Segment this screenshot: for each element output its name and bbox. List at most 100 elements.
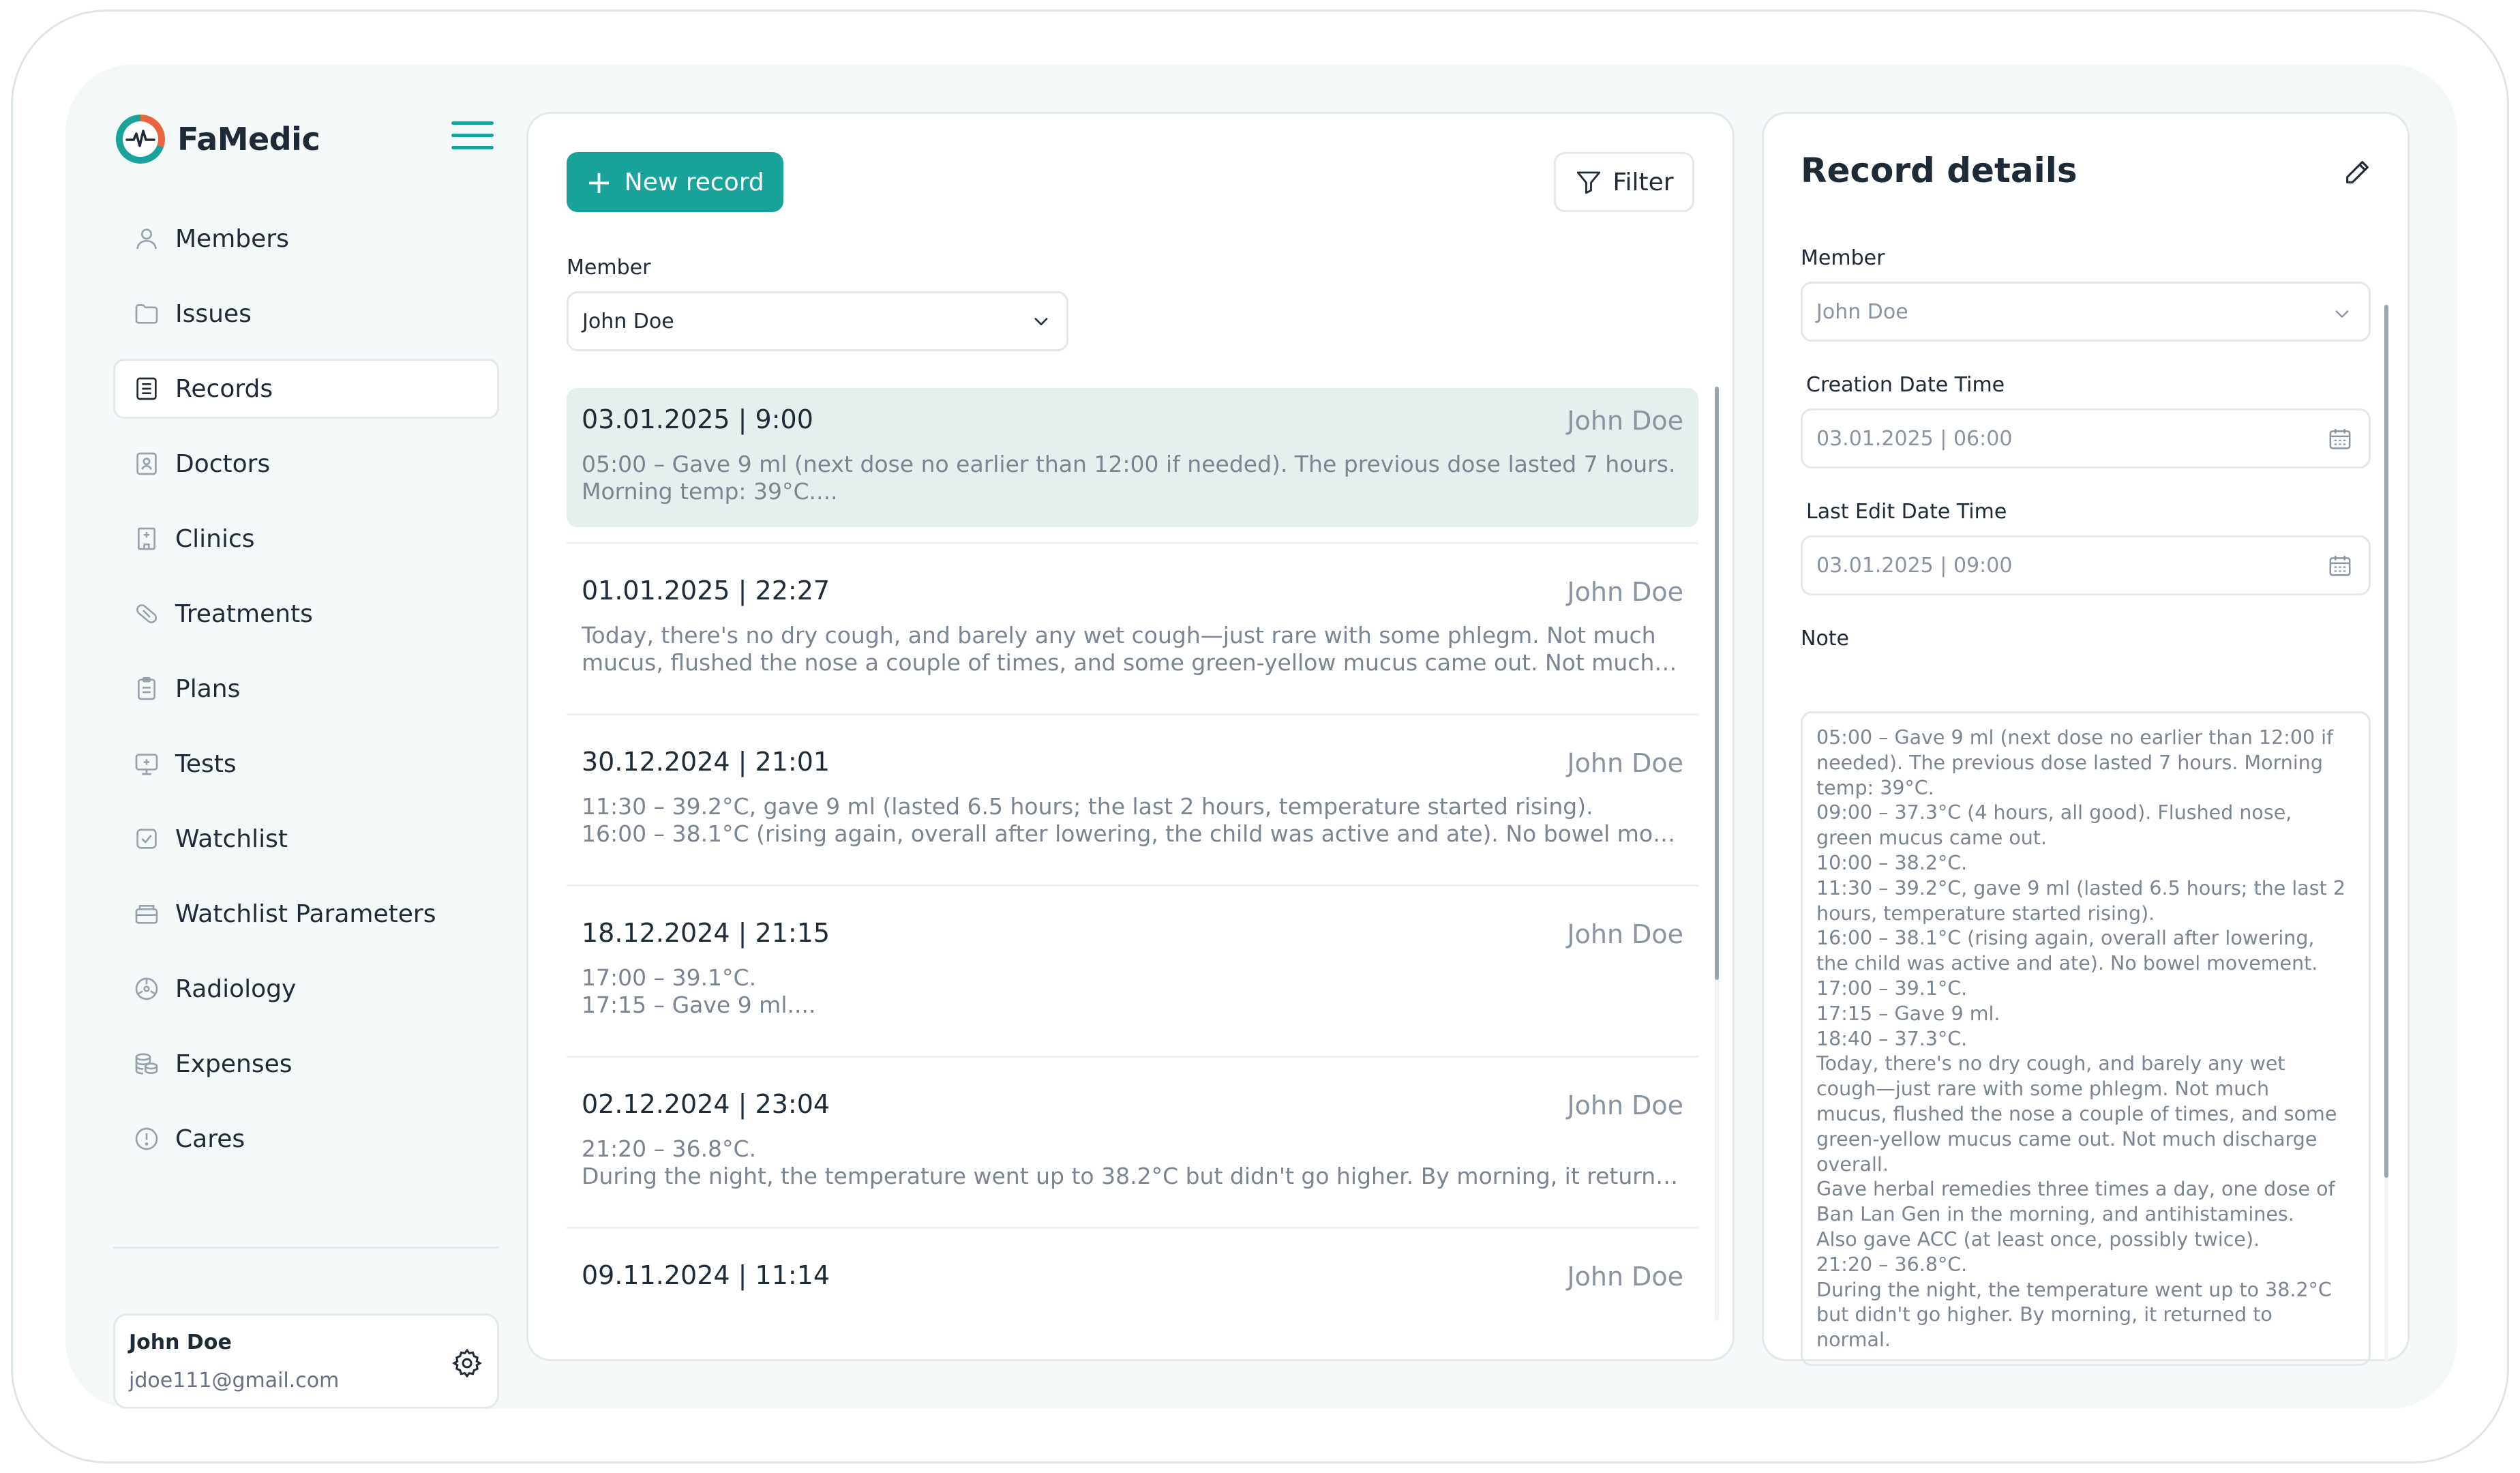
sidebar-item-label: Plans — [175, 674, 241, 703]
last-edit-date-field[interactable]: 03.01.2025 | 09:00 — [1801, 535, 2371, 595]
hospital-icon — [132, 524, 162, 554]
record-member: John Doe — [1567, 406, 1683, 436]
sidebar-item-label: Watchlist Parameters — [175, 899, 436, 928]
sidebar-nav: Members Issues Records Doctors Clinics T… — [113, 209, 499, 1184]
user-email: jdoe111@gmail.com — [129, 1369, 340, 1393]
watchlist-icon — [132, 824, 162, 854]
record-member: John Doe — [1567, 919, 1683, 949]
member-field[interactable]: John Doe — [1801, 282, 2371, 342]
sidebar-divider — [113, 1247, 499, 1249]
creation-date-value: 03.01.2025 | 06:00 — [1816, 426, 2013, 451]
details-scrollbar-thumb[interactable] — [2384, 305, 2388, 1178]
user-icon — [132, 224, 162, 254]
sidebar-item-label: Tests — [175, 749, 237, 778]
record-date: 01.01.2025 | 22:27 — [582, 576, 830, 606]
filter-label: Filter — [1612, 168, 1674, 196]
calendar-icon[interactable] — [2326, 552, 2354, 580]
chevron-down-icon — [1034, 318, 1048, 325]
member-field-value: John Doe — [1816, 299, 1908, 324]
sidebar-item-expenses[interactable]: Expenses — [113, 1034, 499, 1094]
record-item[interactable]: 02.12.2024 | 23:04 John Doe 21:20 – 36.8… — [567, 1073, 1698, 1229]
record-item[interactable]: 03.01.2025 | 9:00 John Doe 05:00 – Gave … — [567, 388, 1698, 544]
sidebar-item-label: Cares — [175, 1125, 245, 1153]
record-date: 03.01.2025 | 9:00 — [582, 404, 813, 434]
sidebar-item-tests[interactable]: Tests — [113, 734, 499, 794]
sidebar-item-label: Records — [175, 374, 273, 403]
details-scrollbar[interactable] — [2384, 305, 2388, 1362]
user-name: John Doe — [129, 1330, 232, 1354]
details-title: Record details — [1801, 151, 2078, 190]
new-record-button[interactable]: + New record — [567, 152, 783, 212]
calendar-icon[interactable] — [2326, 426, 2354, 453]
app-name: FaMedic — [177, 121, 320, 158]
document-list-icon — [132, 374, 162, 404]
sidebar-item-records[interactable]: Records — [113, 359, 499, 419]
logo: FaMedic — [116, 112, 320, 166]
record-item[interactable]: 09.11.2024 | 11:14 John Doe — [567, 1244, 1698, 1322]
records-scrollbar[interactable] — [1715, 387, 1719, 1321]
doctor-badge-icon — [132, 449, 162, 479]
sidebar-item-treatments[interactable]: Treatments — [113, 584, 499, 644]
records-list-panel: + New record Filter Member John Doe 03.0… — [526, 112, 1735, 1361]
sidebar-item-label: Issues — [175, 299, 252, 328]
record-note-preview: 17:00 – 39.1°C. 17:15 – Gave 9 ml.... — [582, 964, 816, 1018]
pencil-edit-icon[interactable] — [2342, 156, 2373, 188]
sidebar-item-label: Expenses — [175, 1050, 292, 1078]
records-scrollbar-thumb[interactable] — [1715, 387, 1719, 980]
record-member: John Doe — [1567, 1090, 1683, 1120]
creation-date-field[interactable]: 03.01.2025 | 06:00 — [1801, 408, 2371, 468]
sidebar-item-watchlist-parameters[interactable]: Watchlist Parameters — [113, 884, 499, 944]
hamburger-menu-icon[interactable] — [451, 119, 494, 153]
record-item[interactable]: 01.01.2025 | 22:27 John Doe Today, there… — [567, 559, 1698, 715]
member-field-label: Member — [1801, 246, 1885, 270]
record-member: John Doe — [1567, 1262, 1683, 1292]
radiology-icon — [132, 974, 162, 1004]
record-item[interactable]: 18.12.2024 | 21:15 John Doe 17:00 – 39.1… — [567, 902, 1698, 1058]
filter-button[interactable]: Filter — [1554, 152, 1694, 212]
record-details-panel: Record details Member John Doe Creation … — [1762, 112, 2410, 1366]
sidebar-item-watchlist[interactable]: Watchlist — [113, 809, 499, 869]
record-date: 02.12.2024 | 23:04 — [582, 1089, 830, 1119]
sidebar-item-members[interactable]: Members — [113, 209, 499, 269]
filter-icon — [1577, 171, 1601, 194]
record-date: 30.12.2024 | 21:01 — [582, 747, 830, 777]
record-note-preview — [582, 1307, 1683, 1322]
user-card[interactable]: John Doe jdoe111@gmail.com — [113, 1313, 499, 1409]
member-filter-label: Member — [567, 256, 651, 280]
sidebar-item-label: Clinics — [175, 524, 255, 553]
sidebar-item-cares[interactable]: Cares — [113, 1109, 499, 1169]
record-member: John Doe — [1567, 748, 1683, 778]
clipboard-icon — [132, 674, 162, 704]
app-window: FaMedic Members Issues Records Doctors C… — [65, 64, 2457, 1409]
record-item[interactable]: 30.12.2024 | 21:01 John Doe 11:30 – 39.2… — [567, 730, 1698, 887]
pill-icon — [132, 599, 162, 629]
note-label: Note — [1801, 627, 1850, 651]
records-list: 03.01.2025 | 9:00 John Doe 05:00 – Gave … — [567, 388, 1698, 1322]
sidebar-item-label: Watchlist — [175, 824, 288, 853]
folder-icon — [132, 299, 162, 329]
chevron-down-icon — [2335, 310, 2349, 318]
monitor-plus-icon — [132, 749, 162, 779]
sidebar-item-plans[interactable]: Plans — [113, 659, 499, 719]
last-edit-date-label: Last Edit Date Time — [1806, 500, 2007, 524]
note-textarea[interactable]: 05:00 – Gave 9 ml (next dose no earlier … — [1801, 711, 2371, 1366]
coins-icon — [132, 1049, 162, 1079]
parameters-icon — [132, 899, 162, 929]
gear-icon[interactable] — [451, 1347, 483, 1380]
record-note-preview: 21:20 – 36.8°C. During the night, the tem… — [582, 1135, 1683, 1189]
sidebar-item-label: Doctors — [175, 449, 271, 478]
sidebar-item-radiology[interactable]: Radiology — [113, 959, 499, 1019]
sidebar-item-doctors[interactable]: Doctors — [113, 434, 499, 494]
member-select[interactable]: John Doe — [567, 291, 1068, 351]
creation-date-label: Creation Date Time — [1806, 373, 2005, 397]
record-member: John Doe — [1567, 577, 1683, 607]
new-record-label: New record — [624, 168, 764, 196]
last-edit-date-value: 03.01.2025 | 09:00 — [1816, 553, 2013, 578]
sidebar-item-issues[interactable]: Issues — [113, 284, 499, 344]
sidebar-item-clinics[interactable]: Clinics — [113, 509, 499, 569]
sidebar: FaMedic Members Issues Records Doctors C… — [113, 112, 499, 1409]
sidebar-item-label: Members — [175, 224, 289, 253]
plus-icon: + — [586, 164, 612, 200]
record-date: 09.11.2024 | 11:14 — [582, 1260, 830, 1290]
record-note-preview: Today, there's no dry cough, and barely … — [582, 622, 1683, 676]
